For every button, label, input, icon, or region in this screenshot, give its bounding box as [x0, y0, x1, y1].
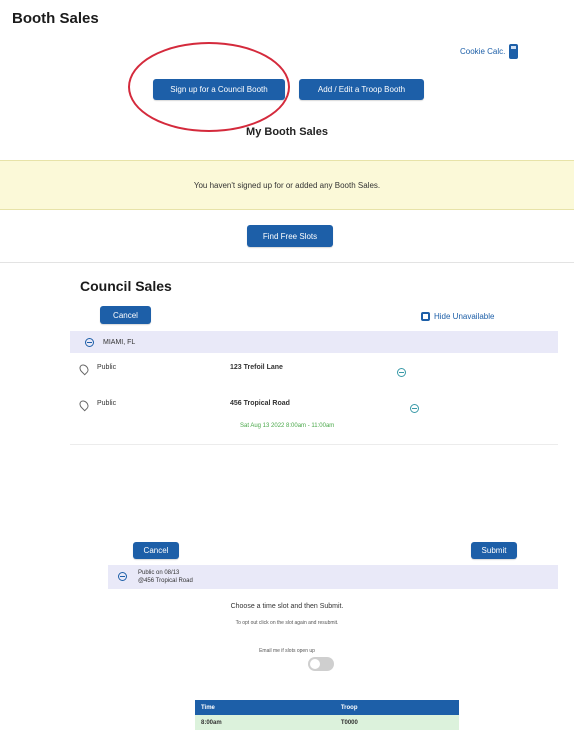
booth-address: 123 Trefoil Lane: [230, 364, 283, 371]
find-free-slots-button[interactable]: Find Free Slots: [247, 225, 333, 247]
add-edit-troop-booth-button[interactable]: Add / Edit a Troop Booth: [299, 79, 424, 100]
panel-submit-button[interactable]: Submit: [471, 542, 517, 559]
calculator-icon[interactable]: [509, 44, 519, 59]
slot-time[interactable]: 8:00am: [195, 715, 335, 730]
map-pin-icon: [77, 362, 91, 376]
my-booth-sales-heading: My Booth Sales: [246, 126, 328, 138]
location-group-header[interactable]: MIAMI, FL: [70, 331, 558, 353]
annotation-circle: [128, 42, 290, 132]
column-header-time: Time: [195, 700, 335, 715]
cookie-calc-label[interactable]: Cookie Calc.: [460, 47, 505, 56]
slot-instruction: Choose a time slot and then Submit.: [230, 603, 344, 610]
column-header-troop: Troop: [334, 700, 459, 715]
panel-cancel-button[interactable]: Cancel: [133, 542, 179, 559]
collapse-booth-icon[interactable]: [410, 404, 420, 413]
expand-booth-icon[interactable]: [397, 368, 406, 377]
hide-unavailable-toggle[interactable]: Hide Unavailable: [421, 312, 494, 321]
slot-instruction-sub: To opt out click on the slot again and r…: [235, 620, 339, 626]
council-sales-heading: Council Sales: [80, 278, 172, 294]
time-slot-table: Time Troop 8:00am T0000: [195, 700, 459, 730]
hide-unavailable-label[interactable]: Hide Unavailable: [434, 312, 494, 321]
map-pin-icon: [77, 398, 91, 412]
collapse-icon[interactable]: [85, 337, 94, 347]
selected-booth-header[interactable]: Public on 08/13 @456 Tropical Road: [108, 565, 558, 589]
page-title: Booth Sales: [12, 10, 99, 27]
divider: [0, 262, 574, 263]
table-row[interactable]: 8:00am T0000: [195, 715, 459, 730]
booth-timeslot[interactable]: Sat Aug 13 2022 8:00am - 11:00am: [240, 423, 334, 429]
table-header-row: Time Troop: [195, 700, 459, 715]
toggle-knob[interactable]: [310, 659, 320, 669]
slot-troop[interactable]: T0000: [334, 715, 459, 730]
empty-booth-sales-message: You haven't signed up for or added any B…: [193, 180, 381, 190]
email-open-slots-toggle[interactable]: [308, 657, 334, 671]
card-divider: [70, 444, 558, 445]
booth-type: Public: [97, 364, 117, 371]
hide-unavailable-checkbox[interactable]: [421, 312, 430, 321]
selected-booth-address: @456 Tropical Road: [138, 578, 193, 584]
location-name: MIAMI, FL: [103, 338, 136, 346]
empty-booth-sales-notice: You haven't signed up for or added any B…: [0, 160, 574, 210]
booth-address: 456 Tropical Road: [230, 400, 290, 407]
council-cancel-button[interactable]: Cancel: [100, 306, 151, 324]
collapse-icon[interactable]: [118, 572, 127, 581]
email-toggle-label: Email me if slots open up: [259, 648, 315, 654]
booth-type: Public: [97, 400, 117, 407]
cookie-calc-link[interactable]: Cookie Calc.: [460, 44, 519, 59]
selected-booth-date: Public on 08/13: [138, 570, 180, 576]
